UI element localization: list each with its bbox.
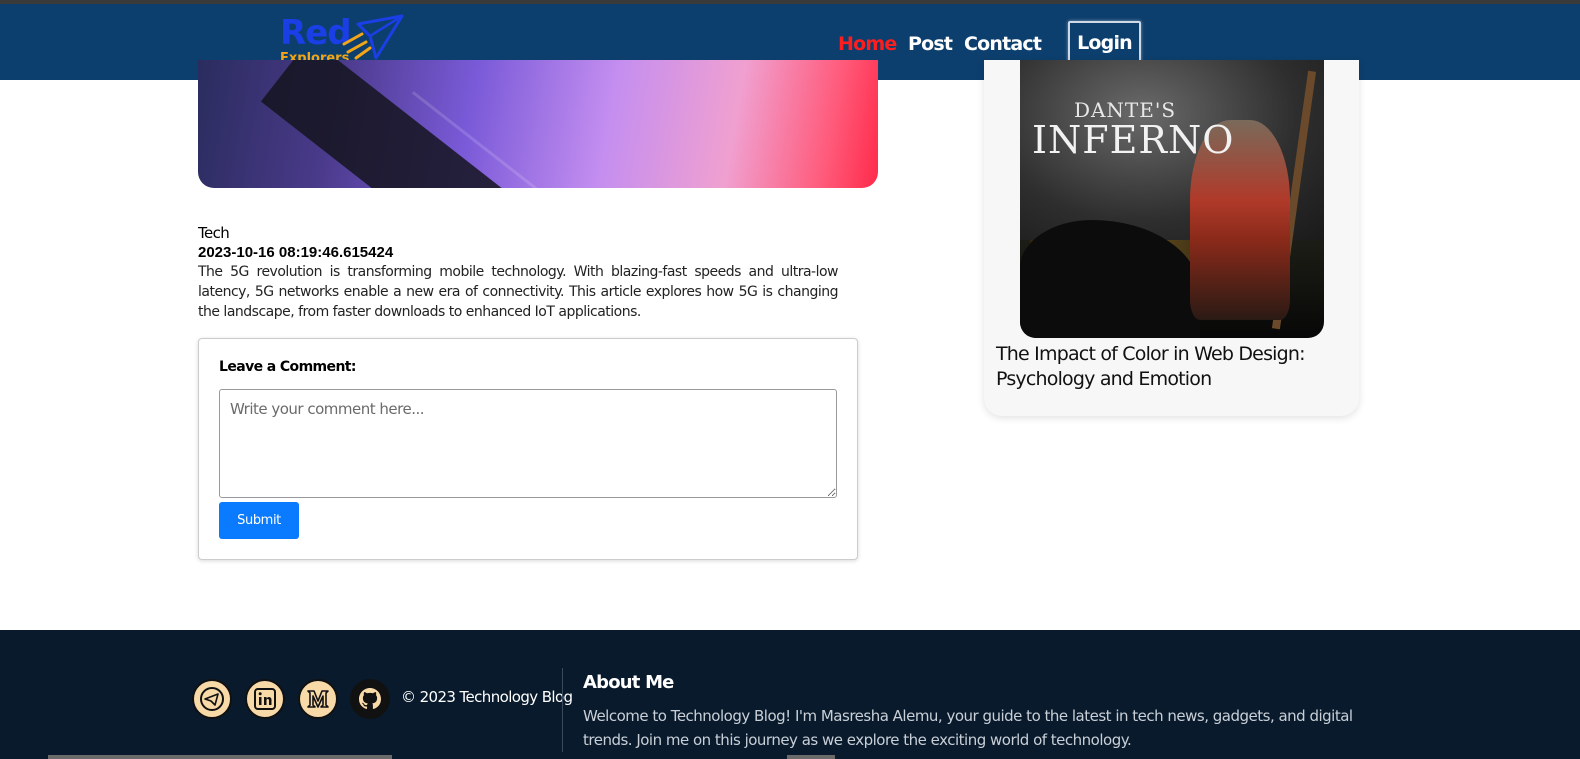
linkedin-icon[interactable] <box>245 679 285 719</box>
medium-icon[interactable] <box>298 679 338 719</box>
image-caption-main: INFERNO <box>1032 118 1235 162</box>
post-hero-image <box>198 60 878 188</box>
post-category: Tech <box>198 224 230 242</box>
footer: © 2023 Technology Blog About Me Welcome … <box>0 630 1580 759</box>
login-button[interactable]: Login <box>1068 21 1141 64</box>
post-date: 2023-10-16 08:19:46.615424 <box>198 244 394 261</box>
paper-plane-icon <box>342 14 404 60</box>
telegram-icon[interactable] <box>192 679 232 719</box>
submit-button[interactable]: Submit <box>219 502 299 539</box>
nav-home-link[interactable]: Home <box>838 32 897 56</box>
comment-label: Leave a Comment: <box>219 359 357 375</box>
related-post-title[interactable]: The Impact of Color in Web Design: Psych… <box>996 342 1336 392</box>
horizontal-scrollbar-thumb[interactable] <box>48 755 392 759</box>
related-post-card[interactable]: DANTE'S INFERNO The Impact of Color in W… <box>984 60 1359 416</box>
about-heading: About Me <box>583 672 674 693</box>
footer-divider <box>562 668 563 752</box>
related-post-image[interactable]: DANTE'S INFERNO <box>1020 60 1324 338</box>
post-body: The 5G revolution is transforming mobile… <box>198 264 839 320</box>
comment-form: Leave a Comment: Submit <box>198 338 858 560</box>
about-text: Welcome to Technology Blog! I'm Masresha… <box>583 707 1353 749</box>
nav-contact-link[interactable]: Contact <box>964 32 1042 56</box>
horizontal-scrollbar-segment[interactable] <box>787 755 835 759</box>
copyright-text: © 2023 Technology Blog <box>401 688 573 706</box>
comment-textarea[interactable] <box>219 389 837 498</box>
github-icon[interactable] <box>350 679 390 719</box>
nav-post-link[interactable]: Post <box>908 32 953 56</box>
